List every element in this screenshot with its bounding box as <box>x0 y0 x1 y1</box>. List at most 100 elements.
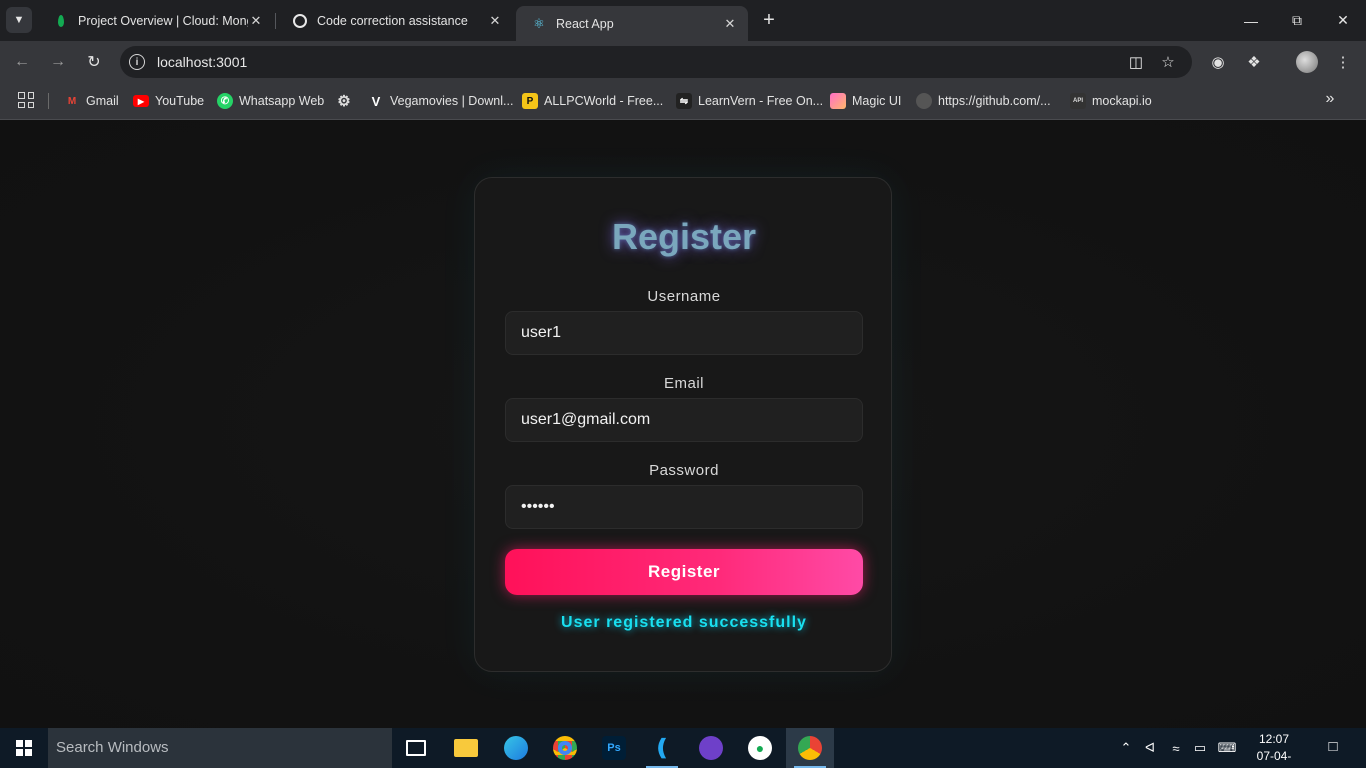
bookmark-learnvern[interactable]: ⇋ LearnVern - Free On... <box>676 92 823 110</box>
github-desktop-button[interactable] <box>687 728 735 768</box>
bookmark-settings[interactable]: ⚙ <box>336 92 358 110</box>
windows-taskbar: Search Windows Ps ❪ ● ⌃ ᐊ ≈ ▭ ⌨ 12:07 07… <box>0 728 1366 768</box>
edge-button[interactable] <box>492 728 540 768</box>
extensions-icon[interactable]: ❖ <box>1243 51 1265 73</box>
file-explorer-icon <box>454 739 478 757</box>
register-button[interactable]: Register <box>505 549 863 595</box>
apps-grid-icon[interactable] <box>18 92 34 108</box>
reload-button[interactable]: ↻ <box>82 51 106 73</box>
new-tab-button[interactable]: + <box>758 9 780 31</box>
close-icon[interactable]: ✕ <box>487 13 503 29</box>
tab-project-overview[interactable]: Project Overview | Cloud: Mong ✕ <box>38 6 274 35</box>
arrow-left-icon: ← <box>14 53 30 70</box>
username-label: Username <box>647 288 721 305</box>
bookmark-youtube[interactable]: ▶ YouTube <box>133 92 204 110</box>
battery-icon[interactable]: ▭ <box>1191 738 1209 758</box>
tab-react-app[interactable]: ⚛ React App ✕ <box>516 6 748 41</box>
bookmark-label: mockapi.io <box>1092 94 1152 108</box>
mongodb-compass-icon: ● <box>748 736 772 760</box>
mongodb-leaf-icon <box>54 14 68 28</box>
close-icon[interactable]: ✕ <box>722 16 738 32</box>
bookmarks-divider <box>48 93 49 109</box>
close-icon[interactable]: ✕ <box>248 13 264 29</box>
site-info-icon[interactable]: i <box>129 54 145 70</box>
chrome-icon <box>553 736 577 760</box>
chrome-profile-icon <box>798 736 822 760</box>
file-explorer-button[interactable] <box>442 728 490 768</box>
task-view-icon <box>406 740 426 756</box>
edge-icon <box>504 736 528 760</box>
email-input[interactable] <box>505 398 863 442</box>
back-button[interactable]: ← <box>10 51 34 73</box>
bookmark-label: Whatsapp Web <box>239 94 325 108</box>
more-bookmarks-icon[interactable]: » <box>1320 90 1340 110</box>
react-icon: ⚛ <box>533 15 545 31</box>
restore-button[interactable]: ⧉ <box>1274 0 1320 41</box>
bookmark-github[interactable]: https://github.com/... <box>916 92 1051 110</box>
menu-kebab-icon[interactable]: ⋮ <box>1332 51 1354 73</box>
tab-separator <box>275 13 276 29</box>
password-input[interactable] <box>505 485 863 529</box>
chevron-down-icon: ▼ <box>13 14 25 26</box>
tab-search-button[interactable]: ▼ <box>6 7 32 33</box>
allpcworld-icon: P <box>522 93 538 109</box>
bookmark-whatsapp[interactable]: ✆ Whatsapp Web <box>217 92 324 110</box>
whatsapp-icon: ✆ <box>217 93 233 109</box>
gmail-icon: M <box>67 95 77 107</box>
task-view-button[interactable] <box>392 728 440 768</box>
youtube-icon: ▶ <box>133 95 149 107</box>
tab-title: Project Overview | Cloud: Mong <box>78 13 248 28</box>
bookmark-magicui[interactable]: Magic UI <box>830 92 901 110</box>
bookmark-star-icon[interactable]: ☆ <box>1158 52 1178 72</box>
tab-title: React App <box>556 16 614 31</box>
bookmark-label: Magic UI <box>852 94 902 108</box>
reload-icon: ↻ <box>87 54 101 71</box>
vegamovies-icon: V <box>371 93 381 109</box>
media-control-icon[interactable]: ◉ <box>1207 51 1229 73</box>
vscode-button[interactable]: ❪ <box>638 728 686 768</box>
show-hidden-icons-icon[interactable]: ⌃ <box>1119 738 1133 758</box>
taskbar-clock[interactable]: 12:07 07-04-2025 <box>1244 731 1304 768</box>
install-app-icon[interactable]: ◫ <box>1126 52 1146 72</box>
minimize-button[interactable]: — <box>1228 0 1274 41</box>
clock-time: 12:07 <box>1258 732 1290 746</box>
bookmark-gmail[interactable]: M Gmail <box>64 92 119 110</box>
register-card: Register Username Email Password Registe… <box>474 177 892 672</box>
keyboard-icon[interactable]: ⌨ <box>1215 738 1239 758</box>
profile-avatar[interactable] <box>1296 51 1318 73</box>
start-button[interactable] <box>0 728 48 768</box>
bluetooth-icon[interactable]: ᐊ <box>1143 738 1157 758</box>
windows-logo-icon <box>16 740 32 756</box>
chrome-button[interactable] <box>541 728 589 768</box>
tab-title: Code correction assistance <box>317 13 468 28</box>
chrome-profile-button[interactable] <box>786 728 834 768</box>
forward-button[interactable]: → <box>46 51 70 73</box>
github-icon <box>916 93 932 109</box>
bookmark-mockapi[interactable]: API mockapi.io <box>1070 92 1152 110</box>
password-label: Password <box>649 462 719 479</box>
mongodb-compass-button[interactable]: ● <box>736 728 784 768</box>
bookmark-label: YouTube <box>155 94 205 108</box>
bookmark-allpcworld[interactable]: P ALLPCWorld - Free... <box>522 92 663 110</box>
bookmark-label: LearnVern - Free On... <box>698 94 824 108</box>
mockapi-icon: API <box>1070 93 1086 109</box>
arrow-right-icon: → <box>50 53 66 70</box>
magicui-icon <box>830 93 846 109</box>
tab-code-correction[interactable]: Code correction assistance ✕ <box>277 6 513 35</box>
email-label: Email <box>663 375 704 392</box>
chatgpt-icon <box>293 13 307 28</box>
photoshop-icon: Ps <box>602 736 626 760</box>
username-input[interactable] <box>505 311 863 355</box>
photoshop-button[interactable]: Ps <box>590 728 638 768</box>
page-title: Register <box>611 216 757 257</box>
notification-icon[interactable]: □ <box>1322 738 1344 758</box>
page-viewport: Register Username Email Password Registe… <box>0 121 1366 728</box>
url-text[interactable]: localhost:3001 <box>157 54 247 70</box>
address-bar[interactable]: i localhost:3001 ◫ ☆ <box>120 46 1192 78</box>
github-desktop-icon <box>699 736 723 760</box>
bookmark-label: ALLPCWorld - Free... <box>544 94 664 108</box>
bookmark-vegamovies[interactable]: V Vegamovies | Downl... <box>368 92 514 110</box>
wifi-icon[interactable]: ≈ <box>1167 738 1185 758</box>
close-window-button[interactable]: ✕ <box>1320 0 1366 41</box>
taskbar-search-input[interactable]: Search Windows <box>48 728 392 768</box>
